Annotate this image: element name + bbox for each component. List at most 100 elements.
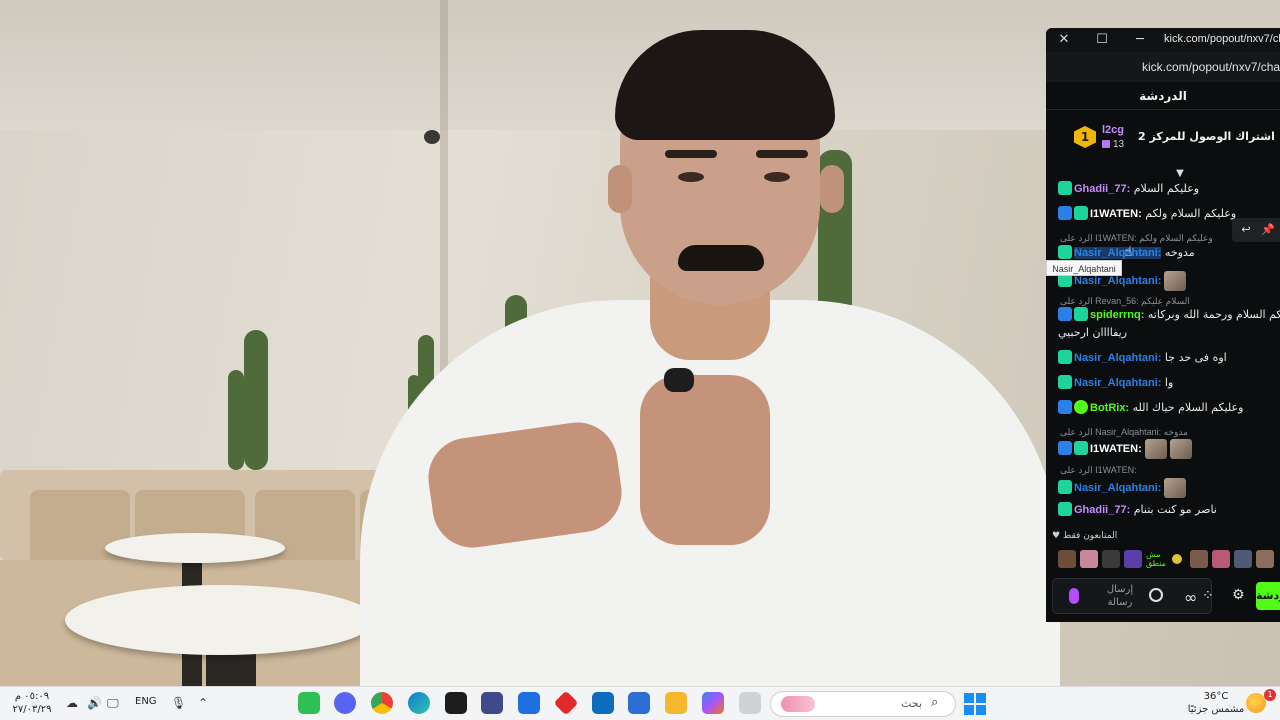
address-bar[interactable]: kick.com/popout/nxv7/cha <box>1046 52 1280 82</box>
avatar[interactable] <box>1124 550 1142 568</box>
microphone-icon[interactable]: 🎙 <box>171 696 186 710</box>
message-input[interactable]: إرسال رسالة <box>1101 583 1139 609</box>
search-box[interactable]: بحث ⌕ <box>770 691 956 717</box>
mod-badge-icon <box>1058 441 1072 455</box>
sofa-cushion <box>255 490 355 570</box>
sofa-cushion <box>30 490 130 570</box>
clock-date: ٢٧/٠٣/٢٩ <box>12 704 52 715</box>
chat-username[interactable]: Ghadii_77: <box>1074 183 1130 195</box>
chat-message-continued: ريفاااان ارحبيي <box>1058 326 1278 344</box>
sub-badge-icon <box>1058 181 1072 195</box>
start-tile <box>964 705 974 715</box>
volume-icon[interactable]: 🔊 <box>87 696 102 710</box>
app-icon-red[interactable] <box>553 690 579 716</box>
infinity-icon[interactable]: ∞ <box>1184 588 1197 607</box>
streamer-ear <box>820 165 844 213</box>
chat-username[interactable]: BotRix: <box>1090 402 1129 414</box>
search-icon: ⌕ <box>931 695 939 710</box>
chevron-up-icon[interactable]: ⌃ <box>198 696 208 710</box>
app-icon-discord[interactable] <box>334 692 356 714</box>
chat-username[interactable]: I1WATEN: <box>1090 208 1142 220</box>
app-icon-kick[interactable] <box>298 692 320 714</box>
maximize-icon[interactable]: ☐ <box>1090 31 1114 49</box>
reply-reference[interactable]: الرد على Nasir_Alqahtani: مدوخه <box>1060 427 1280 439</box>
chat-message: Nasir_Alqahtani: اوه فى حد جا <box>1058 350 1278 369</box>
chat-text: ناصر مو كنت بتنام <box>1133 503 1217 516</box>
reply-reference[interactable]: الرد على I1WATEN: <box>1060 465 1280 477</box>
gifter-name[interactable]: l2cg <box>1102 124 1124 136</box>
app-icon-store[interactable] <box>628 692 650 714</box>
start-tile <box>964 693 974 703</box>
avatar[interactable] <box>1190 550 1208 568</box>
avatar[interactable] <box>1212 550 1230 568</box>
avatar[interactable] <box>1234 550 1252 568</box>
app-icon-file-explorer[interactable] <box>665 692 687 714</box>
gift-icon <box>1102 140 1110 149</box>
chat-text: وعليكم السلام ولكم <box>1145 207 1237 220</box>
more-icon[interactable]: ⁘ <box>1202 588 1214 604</box>
chat-username[interactable]: Nasir_Alqahtani: <box>1074 377 1161 389</box>
minimize-icon[interactable]: ─ <box>1128 31 1152 49</box>
sub-badge-icon <box>1058 350 1072 364</box>
avatar[interactable] <box>1172 554 1182 564</box>
app-icon-copilot[interactable] <box>702 692 724 714</box>
chat-username[interactable]: Nasir_Alqahtani: <box>1074 247 1162 259</box>
app-icon-outlook[interactable] <box>592 692 614 714</box>
followers-only-label: المتابعون فقط <box>1062 531 1118 541</box>
mod-badge-icon <box>1058 400 1072 414</box>
avatar[interactable] <box>1080 550 1098 568</box>
chat-popout-window: ✕ ☐ ─ kick.com/popout/nxv7/ch kick.com/p… <box>1046 28 1280 622</box>
windows-start-icon[interactable] <box>964 693 986 715</box>
chat-message: BotRix: وعليكم السلام حياك الله <box>1058 400 1278 419</box>
reply-reference[interactable]: الرد على Revan_56: السلام عليكم <box>1060 296 1280 308</box>
input-language[interactable]: ENG <box>135 696 157 707</box>
avatar[interactable] <box>1058 550 1076 568</box>
network-icon[interactable]: 🖵 <box>107 696 119 711</box>
chat-username[interactable]: spiderrnq: <box>1090 309 1144 321</box>
app-icon-epic-games[interactable] <box>445 692 467 714</box>
microphone-icon[interactable] <box>1069 588 1079 604</box>
app-icon-chrome[interactable] <box>371 692 393 714</box>
reply-icon[interactable]: ↩ <box>1238 222 1254 238</box>
screen: ✕ ☐ ─ kick.com/popout/nxv7/ch kick.com/p… <box>0 0 1280 720</box>
gear-icon[interactable]: ⚙ <box>1232 587 1245 603</box>
emote <box>1164 271 1187 291</box>
app-icon-edge[interactable] <box>408 692 430 714</box>
cloud-icon[interactable]: ☁ <box>66 696 78 710</box>
eye <box>764 172 790 182</box>
gift-count-value: 13 <box>1113 139 1125 150</box>
emoji-icon[interactable] <box>1149 588 1163 602</box>
chat-text: ريفاااان ارحبيي <box>1058 326 1128 339</box>
start-tile <box>976 693 986 703</box>
cactus-plant <box>244 330 268 470</box>
chat-username[interactable]: Nasir_Alqahtani: <box>1074 352 1161 364</box>
chat-username[interactable]: Nasir_Alqahtani: <box>1074 482 1161 494</box>
eye <box>678 172 704 182</box>
clock[interactable]: ٠٥:٠٩ م ٢٧/٠٣/٢٩ <box>12 690 52 716</box>
search-placeholder: بحث <box>901 697 922 710</box>
cactus-plant <box>228 370 244 470</box>
chat-message: Nasir_Alqahtani: <box>1058 478 1278 498</box>
app-icon-task-view[interactable] <box>739 692 761 714</box>
filter-icon[interactable]: ▼ <box>1173 169 1187 179</box>
weather-widget[interactable]: 36°C مشمس جزئيًا <box>1186 690 1246 716</box>
app-icon-settings-store[interactable] <box>481 692 503 714</box>
chat-text: وعليكم السلام <box>1133 182 1200 195</box>
pinned-gift-banner[interactable]: 1 l2cg 13 إهداء 1 اشتراك الوصول للمركز 2 <box>1046 118 1280 162</box>
chat-message: Ghadii_77: ناصر مو كنت بتنام <box>1058 502 1278 521</box>
sub-badge-icon <box>1074 307 1088 321</box>
sub-badge-icon <box>1074 441 1088 455</box>
chat-username[interactable]: I1WATEN: <box>1090 443 1142 455</box>
chat-text: اوه فى حد جا <box>1164 351 1227 364</box>
chat-username[interactable]: Ghadii_77: <box>1074 504 1130 516</box>
username-tooltip: Nasir_Alqahtani <box>1046 260 1122 276</box>
close-icon[interactable]: ✕ <box>1052 31 1076 49</box>
avatar[interactable] <box>1256 550 1274 568</box>
followers-only-notice: ♥ المتابعون فقط <box>1052 531 1118 541</box>
pin-icon[interactable]: 📌 <box>1260 222 1276 238</box>
chat-send-button[interactable]: دردشة <box>1256 582 1280 610</box>
app-icon-dropbox[interactable] <box>518 692 540 714</box>
avatar[interactable] <box>1102 550 1120 568</box>
gift-count: 13 <box>1102 139 1124 150</box>
taskbar: ٠٥:٠٩ م ٢٧/٠٣/٢٩ ☁ 🔊 🖵 ENG 🎙 ⌃ بحث ⌕ 36°… <box>0 686 1280 720</box>
